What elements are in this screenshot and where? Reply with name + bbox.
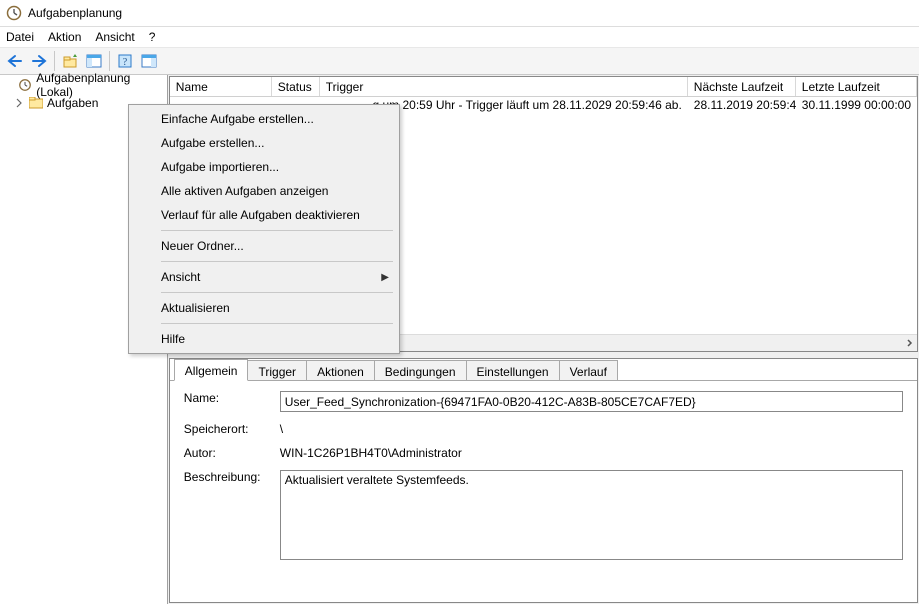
menu-show-active[interactable]: Alle aktiven Aufgaben anzeigen: [131, 179, 397, 203]
tab-bar: Allgemein Trigger Aktionen Bedingungen E…: [170, 359, 917, 381]
menu-separator: [161, 323, 393, 324]
author-label: Autor:: [184, 446, 280, 460]
location-label: Speicherort:: [184, 422, 280, 436]
forward-button[interactable]: [28, 50, 50, 72]
cell-last-run: 30.11.1999 00:00:00: [796, 97, 917, 115]
menu-separator: [161, 292, 393, 293]
menu-action[interactable]: Aktion: [48, 30, 81, 44]
column-trigger[interactable]: Trigger: [320, 77, 688, 96]
menu-file[interactable]: Datei: [6, 30, 34, 44]
column-name[interactable]: Name: [170, 77, 272, 96]
scroll-right-icon[interactable]: [900, 335, 917, 352]
up-button[interactable]: [59, 50, 81, 72]
tree-root[interactable]: Aufgabenplanung (Lokal): [2, 76, 167, 94]
menu-new-folder[interactable]: Neuer Ordner...: [131, 234, 397, 258]
menu-disable-history[interactable]: Verlauf für alle Aufgaben deaktivieren: [131, 203, 397, 227]
menu-view-label: Ansicht: [161, 270, 200, 284]
menu-view[interactable]: Ansicht: [95, 30, 134, 44]
menu-separator: [161, 261, 393, 262]
menu-refresh[interactable]: Aktualisieren: [131, 296, 397, 320]
window-title: Aufgabenplanung: [28, 6, 122, 20]
menu-help[interactable]: Hilfe: [131, 327, 397, 351]
name-field[interactable]: [280, 391, 903, 412]
expand-icon[interactable]: [14, 98, 28, 108]
column-last-run[interactable]: Letzte Laufzeit: [796, 77, 917, 96]
chevron-right-icon: ▶: [381, 272, 389, 283]
task-scheduler-icon: [6, 5, 22, 21]
tree-root-label: Aufgabenplanung (Lokal): [36, 71, 167, 99]
name-label: Name:: [184, 391, 280, 405]
tree-library-label: Aufgaben: [47, 96, 98, 110]
author-value: WIN-1C26P1BH4T0\Administrator: [280, 446, 462, 460]
show-hide-tree-button[interactable]: [83, 50, 105, 72]
tab-triggers[interactable]: Trigger: [247, 360, 307, 380]
column-status[interactable]: Status: [272, 77, 320, 96]
location-value: \: [280, 422, 283, 436]
svg-text:?: ?: [123, 57, 128, 68]
menu-create-basic-task[interactable]: Einfache Aufgabe erstellen...: [131, 107, 397, 131]
task-scheduler-icon: [18, 77, 34, 93]
tab-general[interactable]: Allgemein: [174, 359, 249, 381]
folder-icon: [28, 95, 44, 111]
menu-separator: [161, 230, 393, 231]
tab-history[interactable]: Verlauf: [559, 360, 618, 380]
toolbar-separator-2: [109, 51, 110, 71]
cell-next-run: 28.11.2019 20:59:46: [688, 97, 796, 115]
back-button[interactable]: [4, 50, 26, 72]
context-menu: Einfache Aufgabe erstellen... Aufgabe er…: [128, 104, 400, 354]
tab-settings[interactable]: Einstellungen: [466, 360, 560, 380]
title-bar: Aufgabenplanung: [0, 0, 919, 27]
menu-bar: Datei Aktion Ansicht ?: [0, 27, 919, 47]
actions-pane-button[interactable]: [138, 50, 160, 72]
tab-conditions[interactable]: Bedingungen: [374, 360, 467, 380]
column-next-run[interactable]: Nächste Laufzeit: [688, 77, 796, 96]
menu-view-submenu[interactable]: Ansicht ▶: [131, 265, 397, 289]
description-field[interactable]: Aktualisiert veraltete Systemfeeds.: [280, 470, 903, 560]
description-label: Beschreibung:: [184, 470, 280, 484]
toolbar-separator: [54, 51, 55, 71]
task-details: Allgemein Trigger Aktionen Bedingungen E…: [169, 358, 918, 603]
task-list-header: Name Status Trigger Nächste Laufzeit Let…: [170, 77, 917, 97]
menu-create-task[interactable]: Aufgabe erstellen...: [131, 131, 397, 155]
menu-help[interactable]: ?: [149, 30, 156, 44]
tab-general-body: Name: Speicherort: \ Autor: WIN-1C26P1BH…: [170, 381, 917, 602]
help-button[interactable]: ?: [114, 50, 136, 72]
tab-actions[interactable]: Aktionen: [306, 360, 375, 380]
menu-import-task[interactable]: Aufgabe importieren...: [131, 155, 397, 179]
